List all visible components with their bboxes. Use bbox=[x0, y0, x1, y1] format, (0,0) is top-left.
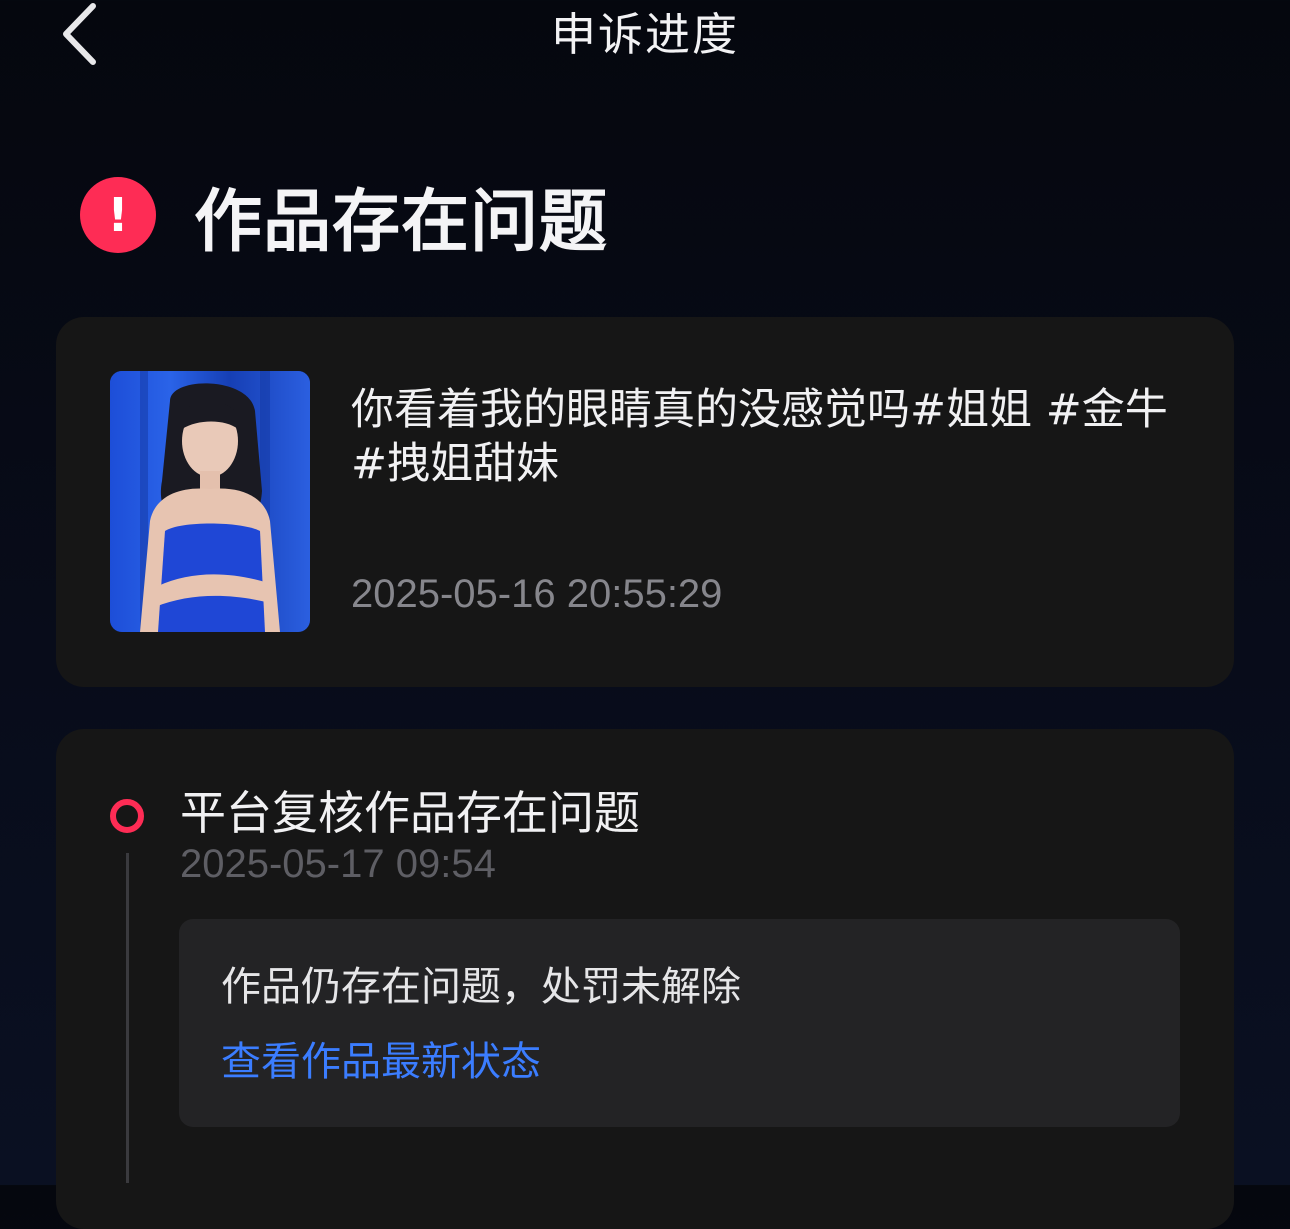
work-title: 你看着我的眼睛真的没感觉吗#姐姐 #金牛 #拽姐甜妹 bbox=[351, 385, 1168, 489]
event-detail-text: 作品仍存在问题，处罚未解除 bbox=[221, 964, 741, 1010]
event-detail-box: 作品仍存在问题，处罚未解除 查看作品最新状态 bbox=[179, 919, 1180, 1127]
timeline-dot-icon bbox=[110, 799, 144, 833]
work-card[interactable]: 你看着我的眼睛真的没感觉吗#姐姐 #金牛 #拽姐甜妹 2025-05-16 20… bbox=[56, 317, 1234, 687]
page-title: 申诉进度 bbox=[550, 8, 739, 61]
view-latest-status-link[interactable]: 查看作品最新状态 bbox=[221, 1033, 541, 1091]
status-header: ! 作品存在问题 bbox=[80, 170, 608, 262]
event-timestamp: 2025-05-17 09:54 bbox=[180, 842, 496, 886]
thumbnail-portrait-image bbox=[110, 371, 310, 632]
appeal-timeline-card: 平台复核作品存在问题 2025-05-17 09:54 作品仍存在问题，处罚未解… bbox=[56, 729, 1234, 1229]
work-timestamp: 2025-05-16 20:55:29 bbox=[351, 572, 723, 616]
timeline-connector bbox=[126, 853, 129, 1183]
status-title: 作品存在问题 bbox=[194, 182, 609, 262]
work-thumbnail[interactable] bbox=[110, 371, 310, 632]
exclamation-icon: ! bbox=[80, 177, 156, 253]
event-title: 平台复核作品存在问题 bbox=[180, 786, 640, 840]
